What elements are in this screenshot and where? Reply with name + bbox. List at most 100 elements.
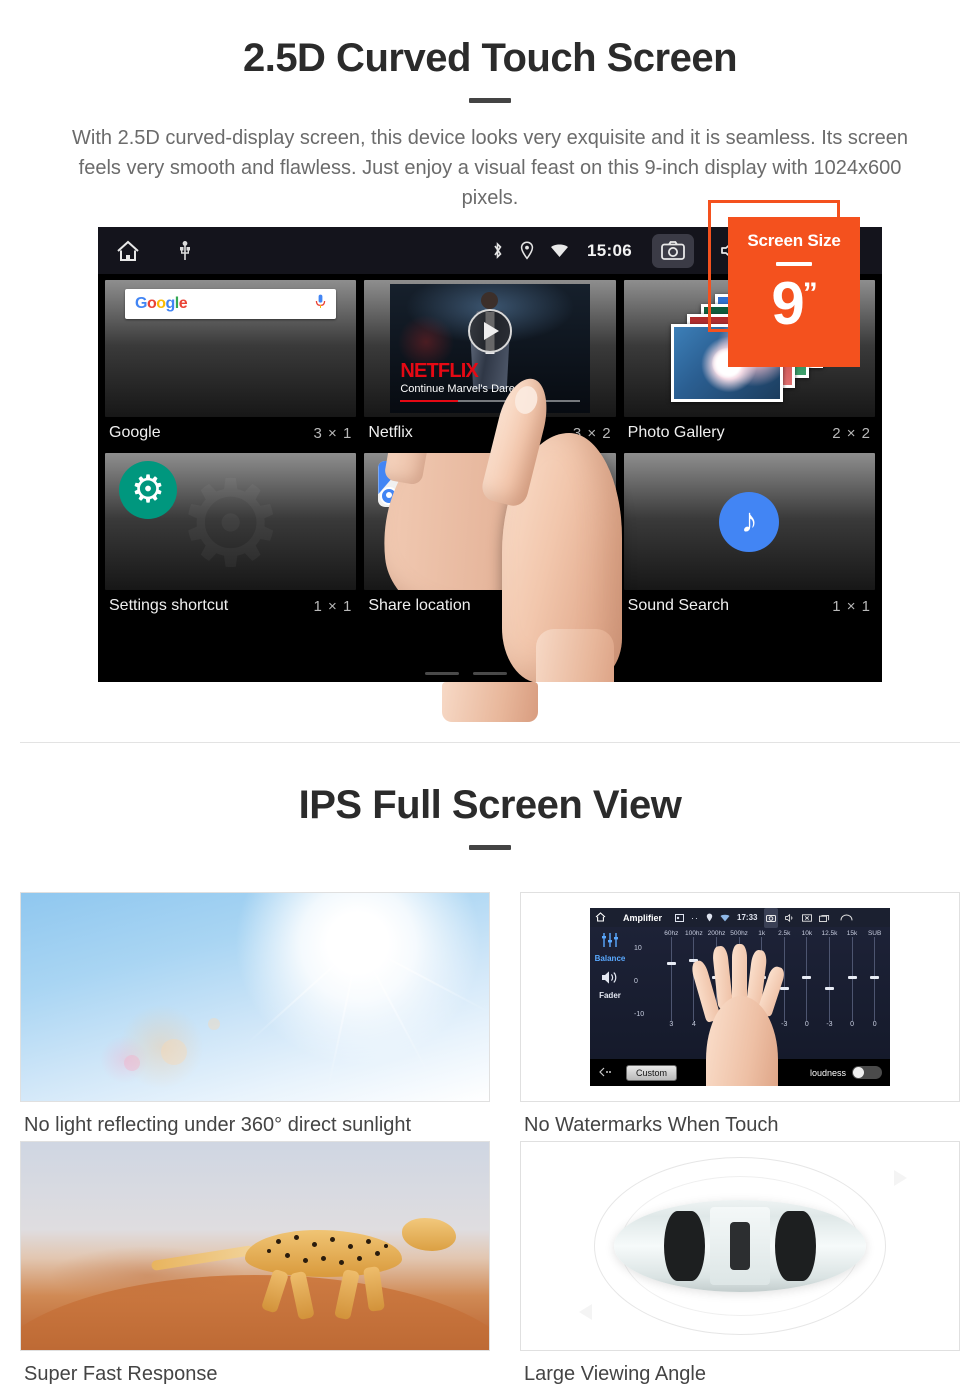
loudness-toggle[interactable] <box>852 1066 882 1079</box>
frequency-band-labels: 60hz 100hz 200hz 500hz 1k 2.5k 10k 12.5k… <box>634 930 886 937</box>
fader-icon <box>590 970 630 990</box>
device-screenshot-wrapper: 15:06 Google Google 3 × 1 NETFLIX Contin… <box>98 200 882 722</box>
sunlight-sky-photo <box>20 892 490 1102</box>
ips-full-screen-section: IPS Full Screen View No light reflecting… <box>0 743 980 1390</box>
band-label: 15k <box>846 930 858 937</box>
cheetah-illustration <box>150 1204 457 1320</box>
close-box-icon[interactable] <box>802 909 813 927</box>
eq-slider[interactable] <box>660 937 683 1021</box>
usb-icon <box>178 240 192 261</box>
section-divider <box>20 742 960 743</box>
widget-tile-settings-shortcut[interactable]: ⚙ ⚙ Settings shortcut 1 × 1 <box>105 453 357 623</box>
band-label: 1k <box>758 930 766 937</box>
settings-shortcut-widget: ⚙ ⚙ <box>105 453 357 590</box>
amplifier-time: 17:33 <box>737 913 758 922</box>
title-underline <box>469 98 511 103</box>
home-icon[interactable] <box>595 909 606 927</box>
feature-card-viewing-angle: Large Viewing Angle <box>520 1141 960 1386</box>
amplifier-title: Amplifier <box>623 912 663 923</box>
preset-custom-button[interactable]: Custom <box>626 1064 678 1081</box>
google-logo: Google <box>135 295 188 312</box>
badge-divider <box>776 262 812 266</box>
band-label: 12.5k <box>821 930 838 937</box>
widget-label: Settings shortcut <box>109 597 229 614</box>
widget-size: 3 × 1 <box>313 424 353 442</box>
loudness-label: loudness <box>809 1067 846 1078</box>
wifi-icon <box>720 909 730 927</box>
page-dot[interactable] <box>425 672 459 675</box>
widget-tile-google[interactable]: Google Google 3 × 1 <box>105 280 357 450</box>
feature-card-watermarks: Amplifier ·· 17:33 Balance Fader 60hz 10… <box>520 892 960 1137</box>
eq-value: 0 <box>872 1021 877 1028</box>
eq-value: 0 <box>850 1021 854 1028</box>
widget-label: Photo Gallery <box>627 424 725 441</box>
widget-tile-netflix[interactable]: NETFLIX Continue Marvel's Daredevil Netf… <box>364 280 616 450</box>
amplifier-side-modes: Balance Fader <box>590 927 630 1059</box>
band-label: 60hz <box>664 930 679 937</box>
curved-touch-screen-section: 2.5D Curved Touch Screen With 2.5D curve… <box>0 0 980 743</box>
wifi-icon <box>550 243 569 258</box>
amplifier-equalizer-screenshot: Amplifier ·· 17:33 Balance Fader 60hz 10… <box>520 892 960 1102</box>
camera-icon[interactable] <box>652 233 694 268</box>
page-indicator[interactable] <box>98 672 882 675</box>
widget-label: Sound Search <box>627 597 730 614</box>
eq-value: 3 <box>669 1021 674 1028</box>
sd-card-icon <box>675 909 685 927</box>
home-icon[interactable] <box>116 240 140 262</box>
band-label: 500hz <box>730 930 748 937</box>
car-top-view-illustration <box>520 1141 960 1351</box>
eq-slider[interactable] <box>863 937 886 1021</box>
eq-value: 0 <box>804 1021 809 1028</box>
feature-caption: No Watermarks When Touch <box>524 1114 779 1136</box>
back-chevron-icon[interactable] <box>598 1064 612 1082</box>
amplifier-status-bar: Amplifier ·· 17:33 <box>590 908 890 928</box>
ips-section-title: IPS Full Screen View <box>298 783 682 827</box>
back-arrow-icon[interactable] <box>840 909 853 927</box>
netflix-brand: NETFLIX <box>400 360 479 382</box>
feature-caption: No light reflecting under 360° direct su… <box>24 1114 412 1136</box>
netflix-subtitle: Continue Marvel's Daredevil <box>400 383 538 395</box>
feature-card-fast-response: Super Fast Response <box>20 1141 490 1386</box>
balance-icon <box>590 932 630 953</box>
eq-value: -3 <box>826 1021 833 1028</box>
feature-caption: Super Fast Response <box>24 1363 218 1385</box>
widget-tile-sound-search[interactable]: ♪ Sound Search 1 × 1 <box>623 453 875 623</box>
gear-icon: ⚙ <box>119 461 177 519</box>
band-label: 2.5k <box>778 930 791 937</box>
camera-icon[interactable] <box>764 908 779 928</box>
bluetooth-icon <box>491 241 504 260</box>
balance-label[interactable]: Balance <box>590 954 630 963</box>
fader-label[interactable]: Fader <box>590 991 630 1000</box>
badge-label: Screen Size <box>747 231 841 250</box>
ips-title-underline <box>469 845 511 850</box>
netflix-progress-bar <box>400 400 580 402</box>
recent-apps-icon[interactable] <box>819 909 830 927</box>
widget-size: 1 × 1 <box>313 597 353 615</box>
play-icon[interactable] <box>467 309 512 353</box>
page-dot-active[interactable] <box>521 672 555 675</box>
widget-tile-share-location[interactable]: Share location 1 × 1 <box>364 453 616 623</box>
eq-slider[interactable] <box>796 937 819 1021</box>
car-illustration <box>614 1200 866 1292</box>
more-dots-icon: ·· <box>691 912 700 923</box>
widget-size: 2 × 2 <box>832 424 871 442</box>
page-dot[interactable] <box>473 672 507 675</box>
music-note-icon: ♪ <box>719 491 780 552</box>
sound-search-widget: ♪ <box>623 453 875 590</box>
status-time: 15:06 <box>587 240 632 260</box>
screen-size-badge: Screen Size 9” <box>728 217 860 367</box>
band-label: SUB <box>867 930 882 937</box>
feature-card-sunlight: No light reflecting under 360° direct su… <box>20 892 490 1137</box>
eq-slider[interactable] <box>818 937 841 1021</box>
feature-card-grid: No light reflecting under 360° direct su… <box>20 892 960 1390</box>
badge-value: 9” <box>771 270 817 337</box>
volume-icon[interactable] <box>785 909 795 927</box>
eq-slider[interactable] <box>841 937 864 1021</box>
band-label: 200hz <box>707 930 726 937</box>
feature-caption: Large Viewing Angle <box>524 1363 706 1385</box>
band-label: 10k <box>801 930 813 937</box>
hand-wrist-extension <box>442 682 538 722</box>
gear-watermark-icon: ⚙ <box>177 464 285 584</box>
hand-illustration <box>371 453 593 590</box>
hand-illustration <box>689 944 787 1086</box>
